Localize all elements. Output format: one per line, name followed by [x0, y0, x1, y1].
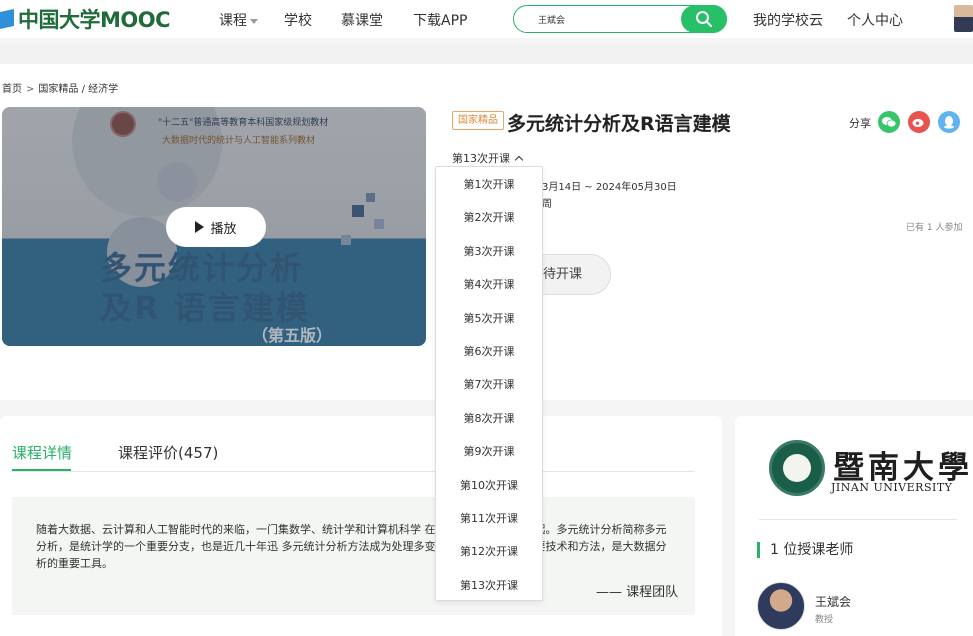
- nav-personal-center[interactable]: 个人中心: [847, 10, 903, 30]
- logo-icon: [0, 9, 14, 29]
- qq-share-icon[interactable]: [938, 111, 960, 133]
- chevron-up-icon: [514, 155, 524, 165]
- term-option[interactable]: 第13次开课: [436, 569, 542, 602]
- term-option[interactable]: 第12次开课: [436, 535, 542, 568]
- term-option[interactable]: 第3次开课: [436, 235, 542, 268]
- weibo-icon: [912, 119, 924, 127]
- share-label: 分享: [849, 117, 871, 130]
- term-option[interactable]: 第1次开课: [436, 168, 542, 201]
- nav-courses-label: 课程: [219, 13, 247, 29]
- breadcrumb-home[interactable]: 首页: [2, 84, 22, 95]
- breadcrumb-separator: >: [26, 84, 35, 95]
- search-input[interactable]: 王斌会: [513, 5, 727, 33]
- breadcrumb: 首页 > 国家精品 / 经济学: [2, 80, 118, 95]
- wechat-icon: [882, 117, 896, 128]
- term-selector[interactable]: 第13次开课: [452, 150, 524, 166]
- course-intro-box: 随着大数据、云计算和人工智能时代的来临，一门集数学、统计学和计算机科学 在全世界…: [12, 497, 695, 615]
- term-option[interactable]: 第7次开课: [436, 368, 542, 401]
- play-button[interactable]: 播放: [166, 207, 266, 247]
- weibo-share-icon[interactable]: [908, 111, 930, 133]
- play-label: 播放: [210, 221, 237, 237]
- logo-text: 中国大学MOOC: [18, 8, 171, 32]
- site-logo[interactable]: 中国大学MOOC: [0, 6, 171, 32]
- teacher-name[interactable]: 王斌会: [815, 593, 851, 610]
- tab-divider: [12, 471, 695, 472]
- nav-my-school-cloud[interactable]: 我的学校云: [753, 10, 823, 30]
- course-title: 多元统计分析及R语言建模: [507, 113, 731, 135]
- course-hours: 周: [542, 199, 552, 210]
- qq-icon: [944, 116, 954, 129]
- user-avatar[interactable]: [954, 5, 973, 32]
- teacher-role: 教授: [815, 615, 834, 625]
- university-name-en: JINAN UNIVERSITY: [831, 481, 953, 494]
- search-value: 王斌会: [538, 16, 566, 26]
- term-selected-label: 第13次开课: [452, 152, 510, 165]
- term-option[interactable]: 第10次开课: [436, 469, 542, 502]
- term-option[interactable]: 第4次开课: [436, 268, 542, 301]
- course-intro-signature: —— 课程团队: [596, 585, 679, 600]
- nav-mooc-class[interactable]: 慕课堂: [341, 10, 383, 30]
- search-button[interactable]: [681, 5, 727, 33]
- breadcrumb-category[interactable]: 国家精品 / 经济学: [38, 84, 118, 95]
- school-panel: 暨南大學 JINAN UNIVERSITY 1 位授课老师 王斌会 教授: [735, 416, 973, 636]
- nav-courses[interactable]: 课程: [219, 10, 258, 30]
- side-divider: [759, 519, 957, 520]
- term-option[interactable]: 第8次开课: [436, 402, 542, 435]
- nav-spacer: [0, 44, 973, 64]
- term-option[interactable]: 第11次开课: [436, 502, 542, 535]
- logo-inner: [783, 454, 811, 482]
- tab-course-review[interactable]: 课程评价(457): [118, 442, 218, 463]
- course-cover-video[interactable]: "十二五"普通高等教育本科国家级规划教材 大数据时代的统计与人工智能系列教材 多…: [2, 107, 426, 346]
- search-icon: [696, 11, 712, 27]
- wechat-share-icon[interactable]: [878, 111, 900, 133]
- term-option[interactable]: 第6次开课: [436, 335, 542, 368]
- course-intro-text: 随着大数据、云计算和人工智能时代的来临，一门集数学、统计学和计算机科学 在全世界…: [36, 523, 667, 570]
- chevron-down-icon: [250, 18, 258, 24]
- play-icon: [195, 221, 205, 233]
- course-tag-badge: 国家精品: [452, 111, 504, 130]
- term-option[interactable]: 第2次开课: [436, 201, 542, 234]
- term-option[interactable]: 第9次开课: [436, 435, 542, 468]
- teacher-count-heading: 1 位授课老师: [757, 542, 853, 558]
- nav-download-app[interactable]: 下载APP: [413, 10, 467, 30]
- course-detail-panel: 课程详情 课程评价(457) 随着大数据、云计算和人工智能时代的来临，一门集数学…: [0, 416, 722, 636]
- university-logo-icon[interactable]: [769, 440, 825, 496]
- term-dropdown-menu: 第1次开课 第2次开课 第3次开课 第4次开课 第5次开课 第6次开课 第7次开…: [435, 166, 543, 601]
- enrolled-count: 已有 1 人参加: [906, 223, 963, 233]
- top-navbar: 中国大学MOOC 课程 学校 慕课堂 下载APP 王斌会 我的学校云 个人中心: [0, 0, 973, 38]
- teacher-avatar[interactable]: [757, 582, 805, 630]
- nav-schools[interactable]: 学校: [284, 10, 312, 30]
- tab-course-detail[interactable]: 课程详情: [12, 442, 72, 463]
- course-dates: 3月14日 ~ 2024年05月30日: [542, 182, 677, 193]
- term-option[interactable]: 第5次开课: [436, 302, 542, 335]
